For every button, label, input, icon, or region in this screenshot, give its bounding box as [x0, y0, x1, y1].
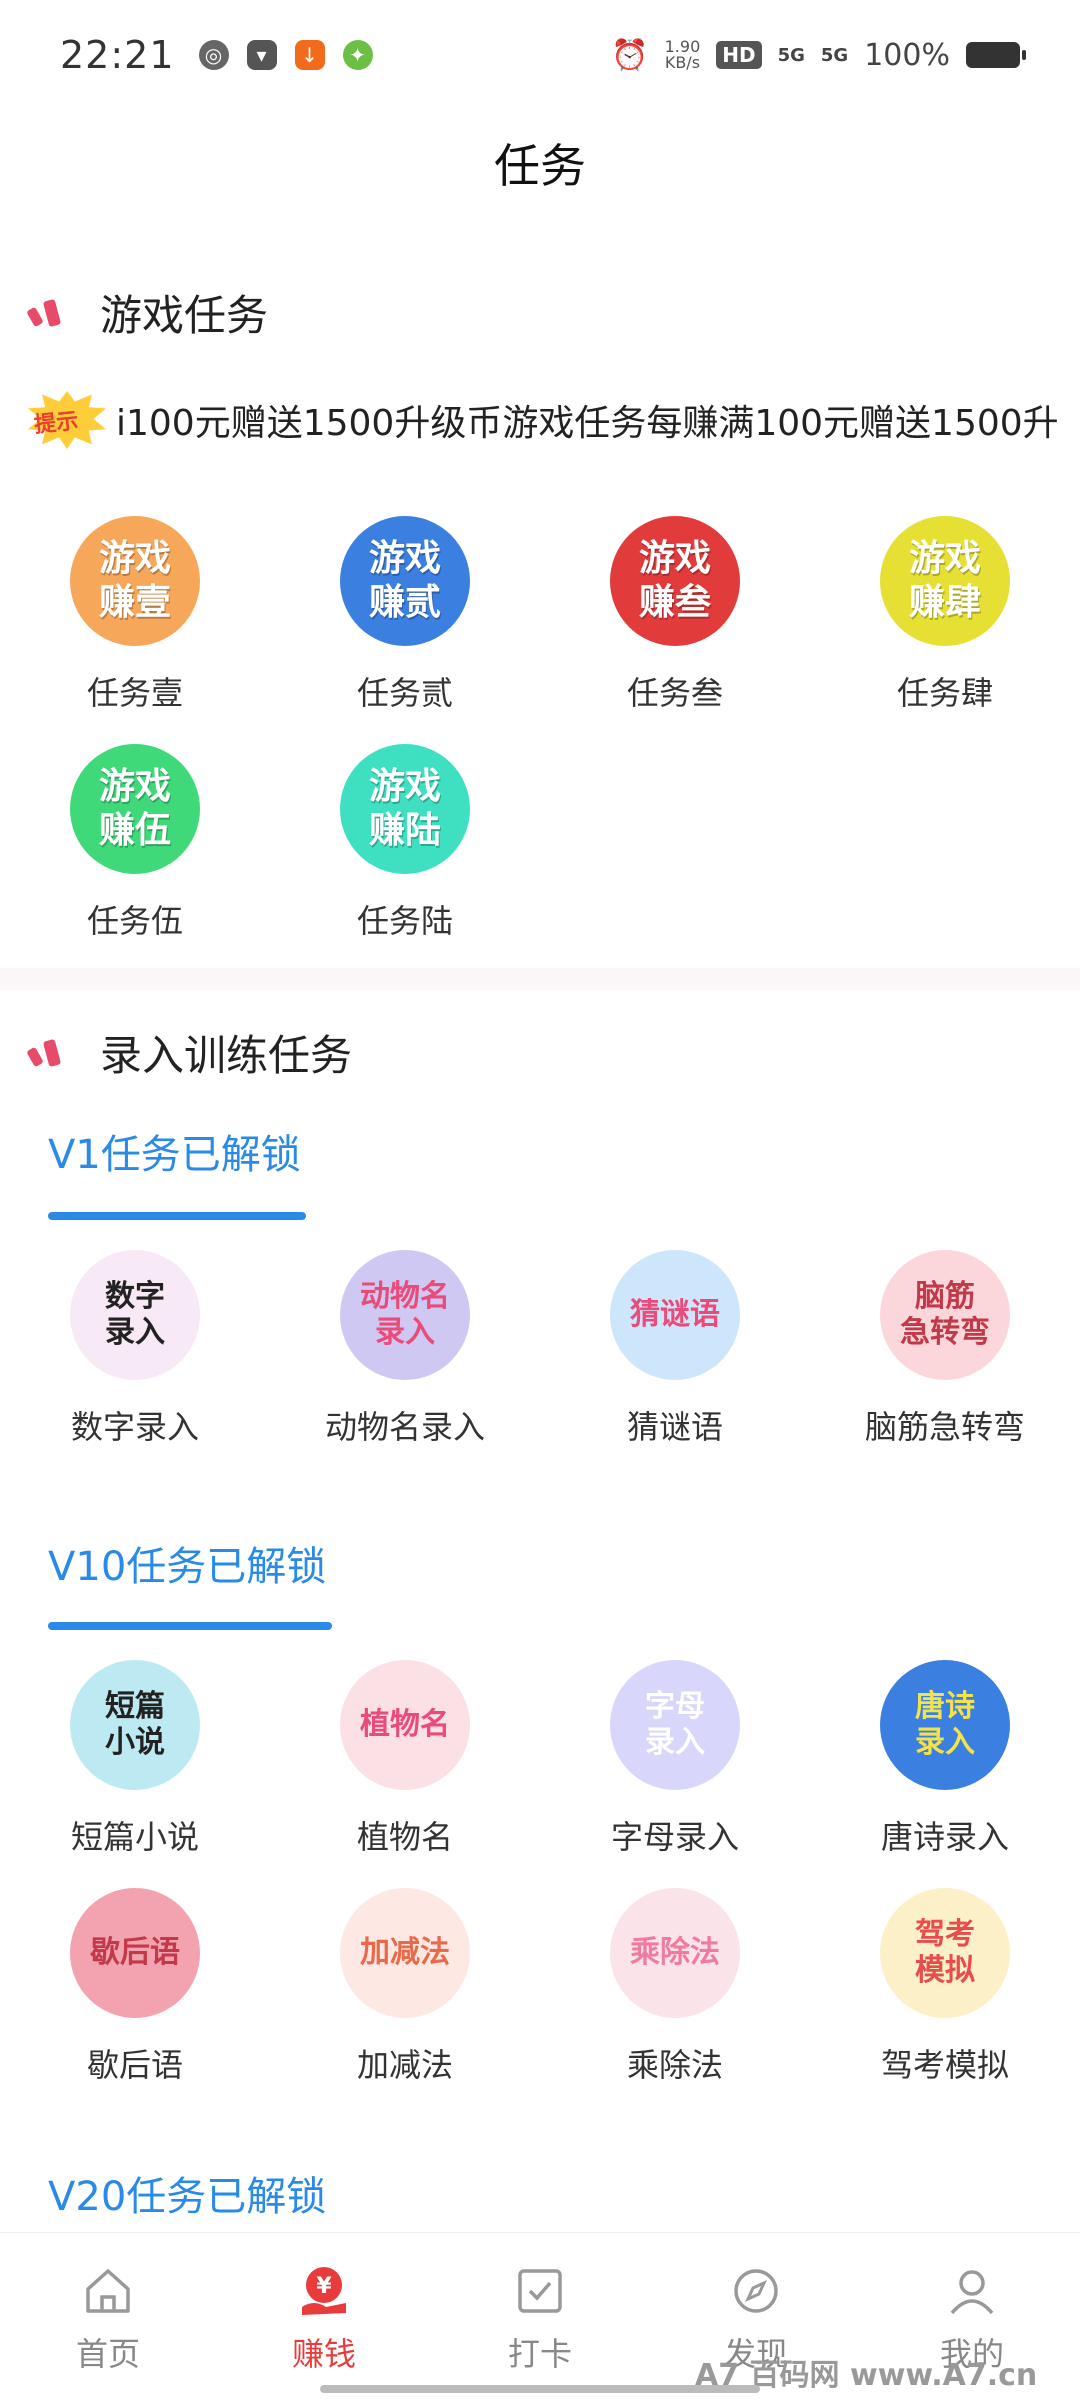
task-label: 植物名 [356, 1818, 453, 1856]
status-notification-icons: ◎ ▾ ↓ ✦ [198, 40, 373, 70]
level-v10-underline [48, 1622, 332, 1630]
download-icon: ↓ [294, 40, 325, 70]
section-divider [0, 968, 1080, 990]
task-item[interactable]: 游戏 赚肆 任务肆 [810, 516, 1080, 714]
task-icon: 短篇 小说 [70, 1660, 200, 1790]
task-icon: 游戏 赚壹 [70, 516, 200, 646]
profile-icon [950, 2270, 994, 2315]
task-item[interactable]: 游戏 赚壹 任务壹 [0, 516, 270, 714]
task-label: 任务陆 [356, 902, 453, 940]
money-icon: ¥ [302, 2267, 346, 2315]
task-item[interactable]: 加减法 加减法 [270, 1888, 540, 2086]
nav-earn-label: 赚钱 [291, 2335, 356, 2373]
alarm-icon: ⏰ [611, 37, 649, 73]
nav-checkin[interactable]: 打卡 [432, 2233, 648, 2400]
task-icon: 动物名 录入 [340, 1250, 470, 1380]
task-label: 唐诗录入 [880, 1818, 1009, 1856]
task-label: 任务叁 [626, 674, 723, 712]
status-bar: 22:21 ◎ ▾ ↓ ✦ ⏰ 1.90 KB/s HD 5G 5G 100% [0, 0, 1080, 110]
task-item[interactable]: 驾考 模拟 驾考模拟 [810, 1888, 1080, 2086]
status-time: 22:21 [60, 33, 175, 77]
task-item[interactable]: 游戏 赚伍 任务伍 [0, 744, 270, 942]
task-item[interactable]: 唐诗 录入 唐诗录入 [810, 1660, 1080, 1858]
task-label: 加减法 [356, 2046, 453, 2084]
task-item[interactable]: 猜谜语 猜谜语 [540, 1250, 810, 1448]
section-title-input: 录入训练任务 [26, 1022, 353, 1083]
task-item[interactable]: 脑筋 急转弯 脑筋急转弯 [810, 1250, 1080, 1448]
task-label: 脑筋急转弯 [864, 1408, 1025, 1446]
flag-icon [26, 296, 66, 330]
task-item[interactable]: 数字 录入 数字录入 [0, 1250, 270, 1448]
task-label: 歇后语 [86, 2046, 183, 2084]
network-speed: 1.90 KB/s [664, 37, 701, 72]
task-item[interactable]: 乘除法 乘除法 [540, 1888, 810, 2086]
shield-icon: ▾ [246, 40, 277, 70]
task-icon: 数字 录入 [70, 1250, 200, 1380]
task-item[interactable]: 字母 录入 字母录入 [540, 1660, 810, 1858]
task-label: 任务壹 [86, 674, 183, 712]
home-indicator[interactable] [320, 2385, 760, 2393]
battery-percent: 100% [864, 37, 950, 73]
task-icon: 植物名 [340, 1660, 470, 1790]
flag-icon [26, 1036, 66, 1070]
task-item[interactable]: 游戏 赚陆 任务陆 [270, 744, 540, 942]
signal-5g-2: 5G [820, 44, 849, 66]
nav-home-label: 首页 [75, 2335, 140, 2373]
task-label: 字母录入 [610, 1818, 739, 1856]
svg-text:¥: ¥ [316, 2274, 332, 2299]
hd-icon: HD [716, 41, 762, 69]
task-icon: 游戏 赚贰 [340, 516, 470, 646]
task-icon: 猜谜语 [610, 1250, 740, 1380]
task-label: 猜谜语 [626, 1408, 723, 1446]
level-v10-title: V10任务已解锁 [48, 1544, 327, 1590]
home-icon [86, 2269, 130, 2313]
notice-badge: 提示 [28, 391, 106, 449]
task-item[interactable]: 短篇 小说 短篇小说 [0, 1660, 270, 1858]
task-icon: 驾考 模拟 [880, 1888, 1010, 2018]
task-label: 任务伍 [86, 902, 183, 940]
task-icon: 脑筋 急转弯 [880, 1250, 1010, 1380]
task-icon: 加减法 [340, 1888, 470, 2018]
level-v1-title: V1任务已解锁 [48, 1132, 301, 1178]
checkin-icon [518, 2269, 562, 2313]
task-item[interactable]: 动物名 录入 动物名录入 [270, 1250, 540, 1448]
level-v20-title: V20任务已解锁 [48, 2174, 327, 2220]
app-notification-icon: ✦ [342, 40, 373, 70]
notice-marquee[interactable]: 提示 i100元赠送1500升级币游戏任务每赚满100元赠送1500升 [28, 384, 1058, 456]
section-title-text: 录入训练任务 [100, 1031, 353, 1080]
battery-icon [966, 42, 1026, 68]
task-icon: 字母 录入 [610, 1660, 740, 1790]
task-icon: 游戏 赚伍 [70, 744, 200, 874]
vpn-icon: ◎ [198, 40, 229, 70]
notice-text: i100元赠送1500升级币游戏任务每赚满100元赠送1500升 [116, 403, 1058, 444]
level-v1-underline [48, 1212, 306, 1220]
status-right: ⏰ 1.90 KB/s HD 5G 5G 100% [611, 37, 1026, 73]
discover-icon [734, 2269, 778, 2313]
section-title-text: 游戏任务 [100, 291, 269, 340]
nav-checkin-label: 打卡 [507, 2335, 572, 2373]
task-icon: 唐诗 录入 [880, 1660, 1010, 1790]
task-icon: 乘除法 [610, 1888, 740, 2018]
task-icon: 游戏 赚陆 [340, 744, 470, 874]
task-label: 驾考模拟 [880, 2046, 1009, 2084]
task-label: 任务贰 [356, 674, 453, 712]
signal-5g-1: 5G [777, 44, 805, 66]
task-label: 任务肆 [896, 674, 993, 712]
task-icon: 歇后语 [70, 1888, 200, 2018]
task-item[interactable]: 歇后语 歇后语 [0, 1888, 270, 2086]
task-item[interactable]: 游戏 赚贰 任务贰 [270, 516, 540, 714]
nav-earn[interactable]: ¥ 赚钱 [216, 2233, 432, 2400]
task-item[interactable]: 游戏 赚叁 任务叁 [540, 516, 810, 714]
task-label: 乘除法 [626, 2046, 723, 2084]
task-icon: 游戏 赚叁 [610, 516, 740, 646]
task-icon: 游戏 赚肆 [880, 516, 1010, 646]
page-title: 任务 [494, 139, 586, 193]
task-item[interactable]: 植物名 植物名 [270, 1660, 540, 1858]
task-label: 动物名录入 [324, 1408, 485, 1446]
task-label: 数字录入 [70, 1408, 199, 1446]
nav-home[interactable]: 首页 [0, 2233, 216, 2400]
task-label: 短篇小说 [70, 1818, 199, 1856]
section-title-game: 游戏任务 [26, 282, 269, 343]
